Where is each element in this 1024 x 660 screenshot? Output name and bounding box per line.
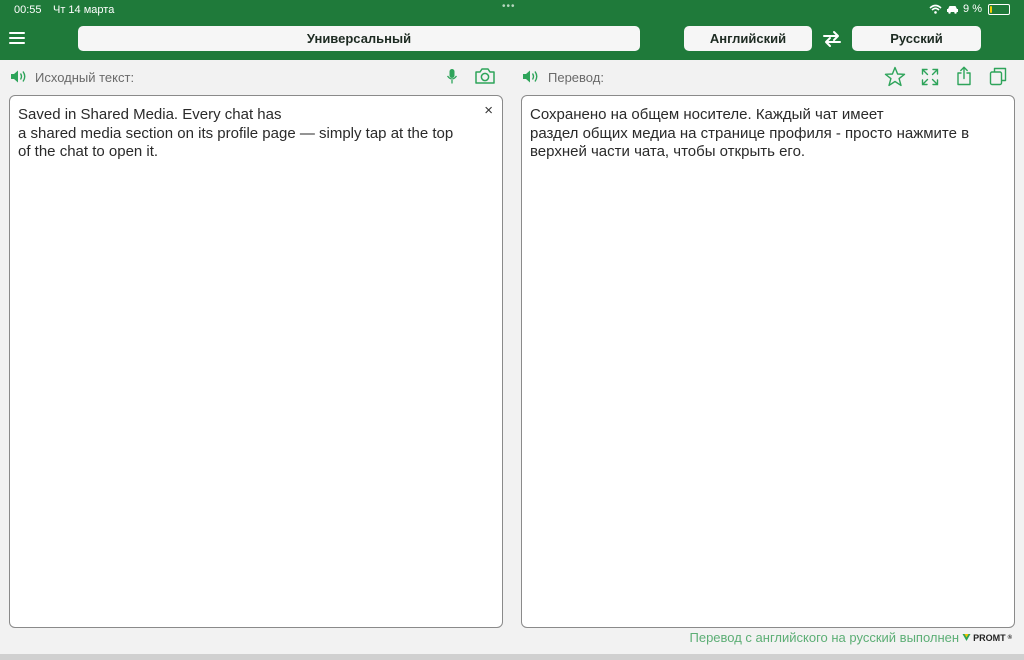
source-language-button[interactable]: Английский [684, 26, 812, 51]
translation-line: Сохранено на общем носителе. Каждый чат … [530, 106, 884, 123]
translation-credit: Перевод с английского на русский выполне… [690, 630, 1013, 645]
status-time: 00:55 [14, 4, 42, 16]
source-label: Исходный текст: [35, 70, 135, 85]
top-bar: 00:55 Чт 14 марта ••• 9 % Универсальный [0, 0, 1024, 60]
promt-trademark: ® [1007, 634, 1012, 641]
star-icon[interactable] [884, 66, 906, 87]
camera-icon[interactable] [474, 67, 496, 85]
battery-icon [988, 3, 1010, 15]
close-icon[interactable]: × [484, 102, 493, 121]
swap-icon[interactable] [822, 30, 842, 48]
credit-text: Перевод с английского на русский выполне… [689, 630, 960, 645]
speaker-icon[interactable] [10, 69, 28, 84]
bottom-edge [0, 654, 1024, 660]
promt-logo[interactable]: PROMT ® [962, 633, 1012, 643]
status-bar: 00:55 Чт 14 марта ••• 9 % [0, 0, 1024, 20]
expand-icon[interactable] [921, 68, 939, 86]
promt-logo-icon [962, 634, 971, 641]
translation-label: Перевод: [548, 70, 604, 85]
target-panel-header: Перевод: [512, 62, 1024, 92]
status-right: 9 % [929, 3, 1010, 15]
menu-icon[interactable] [9, 32, 25, 44]
source-text-line: a shared media section on its profile pa… [18, 124, 454, 142]
battery-percent: 9 % [963, 3, 982, 15]
battery-fill [990, 5, 992, 13]
promt-brand: PROMT [973, 632, 1006, 643]
multitasking-dots-icon[interactable]: ••• [502, 1, 516, 12]
wifi-icon [929, 4, 942, 14]
share-icon[interactable] [956, 66, 972, 86]
source-panel-header: Исходный текст: [0, 62, 512, 92]
target-language-button[interactable]: Русский [852, 26, 981, 51]
translation-line: верхней части чата, чтобы открыть его. [530, 143, 806, 160]
source-text-line: Saved in Shared Media. Every chat has [18, 106, 282, 123]
translation-line: раздел общих медиа на странице профиля -… [530, 124, 970, 142]
source-text-line: of the chat to open it. [18, 143, 159, 160]
translation-output[interactable]: Сохранено на общем носителе. Каждый чат … [521, 95, 1015, 628]
speaker-icon[interactable] [522, 69, 540, 84]
copy-icon[interactable] [989, 67, 1007, 86]
status-date: Чт 14 марта [53, 4, 115, 16]
microphone-icon[interactable] [446, 68, 458, 85]
source-text-input[interactable]: Saved in Shared Media. Every chat has a … [9, 95, 503, 628]
app-screen: 00:55 Чт 14 марта ••• 9 % Универсальный [0, 0, 1024, 660]
car-icon [947, 5, 959, 14]
translation-mode-button[interactable]: Универсальный [78, 26, 640, 51]
